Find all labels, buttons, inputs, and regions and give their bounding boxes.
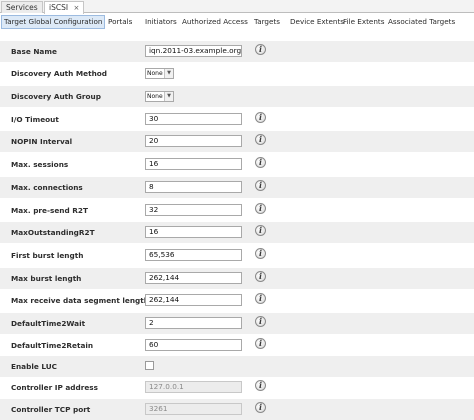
- chevron-down-icon[interactable]: ▼: [164, 92, 173, 101]
- form-row-enable-luc: Enable LUC: [0, 356, 474, 377]
- info-icon[interactable]: i: [255, 402, 266, 413]
- field-label: Controller IP address: [11, 383, 98, 392]
- form-row-max-burst-length: Max burst length 262,144 i: [0, 268, 474, 289]
- max-connections-input[interactable]: 8: [145, 181, 242, 193]
- tab-label: iSCSI: [49, 3, 69, 12]
- info-icon[interactable]: i: [255, 293, 266, 304]
- info-icon[interactable]: i: [255, 380, 266, 391]
- max-outstanding-r2t-input[interactable]: 16: [145, 226, 242, 238]
- field-label: Max receive data segment length: [11, 296, 149, 305]
- tab-device-extents[interactable]: Device Extents: [290, 15, 344, 29]
- controller-ip-address-input: 127.0.0.1: [145, 381, 242, 393]
- field-label: Controller TCP port: [11, 405, 91, 414]
- field-label: Discovery Auth Group: [11, 92, 101, 101]
- field-label: Max. pre-send R2T: [11, 206, 88, 215]
- tab-services[interactable]: Services: [1, 1, 43, 13]
- info-icon[interactable]: i: [255, 44, 266, 55]
- form-row-controller-ip-address: Controller IP address 127.0.0.1 i: [0, 377, 474, 398]
- tab-authorized-access[interactable]: Authorized Access: [182, 15, 248, 29]
- info-icon[interactable]: i: [255, 134, 266, 145]
- tab-iscsi[interactable]: iSCSI ×: [44, 1, 85, 14]
- form-row-io-timeout: I/O Timeout 30 i: [0, 109, 474, 130]
- nopin-interval-input[interactable]: 20: [145, 135, 242, 147]
- field-label: Max. connections: [11, 183, 83, 192]
- io-timeout-input[interactable]: 30: [145, 113, 242, 125]
- info-icon[interactable]: i: [255, 338, 266, 349]
- first-burst-length-input[interactable]: 65,536: [145, 249, 242, 261]
- info-icon[interactable]: i: [255, 180, 266, 191]
- iscsi-sub-tab-bar: Target Global Configuration Portals Init…: [0, 14, 474, 30]
- tab-initiators[interactable]: Initiators: [145, 15, 177, 29]
- field-label: Max. sessions: [11, 160, 69, 169]
- form-row-max-outstanding-r2t: MaxOutstandingR2T 16 i: [0, 222, 474, 243]
- field-label: NOPIN Interval: [11, 137, 73, 146]
- field-label: MaxOutstandingR2T: [11, 228, 95, 237]
- field-label: DefaultTime2Retain: [11, 341, 94, 350]
- close-icon[interactable]: ×: [73, 4, 79, 12]
- max-receive-data-segment-length-input[interactable]: 262,144: [145, 294, 242, 306]
- max-burst-length-input[interactable]: 262,144: [145, 272, 242, 284]
- tab-file-extents[interactable]: File Extents: [343, 15, 384, 29]
- controller-tcp-port-input: 3261: [145, 403, 242, 415]
- discovery-auth-group-select[interactable]: None ▼: [145, 91, 174, 102]
- field-label: First burst length: [11, 251, 84, 260]
- info-icon[interactable]: i: [255, 225, 266, 236]
- select-value: None: [147, 70, 163, 77]
- form-row-base-name: Base Name iqn.2011-03.example.org.ist i: [0, 41, 474, 62]
- base-name-input[interactable]: iqn.2011-03.example.org.ist: [145, 45, 242, 57]
- field-label: Enable LUC: [11, 362, 57, 371]
- form-row-nopin-interval: NOPIN Interval 20 i: [0, 131, 474, 152]
- field-label: Discovery Auth Method: [11, 69, 108, 78]
- max-pre-send-r2t-input[interactable]: 32: [145, 204, 242, 216]
- form-row-discovery-auth-group: Discovery Auth Group None ▼: [0, 86, 474, 107]
- info-icon[interactable]: i: [255, 203, 266, 214]
- form-row-first-burst-length: First burst length 65,536 i: [0, 245, 474, 266]
- select-value: None: [147, 93, 163, 100]
- tab-associated-targets[interactable]: Associated Targets: [388, 15, 455, 29]
- form-row-max-sessions: Max. sessions 16 i: [0, 154, 474, 175]
- tab-target-global-configuration[interactable]: Target Global Configuration: [1, 15, 106, 29]
- field-label: DefaultTime2Wait: [11, 319, 86, 328]
- info-icon[interactable]: i: [255, 157, 266, 168]
- discovery-auth-method-select[interactable]: None ▼: [145, 68, 174, 79]
- form-row-default-time2retain: DefaultTime2Retain 60 i: [0, 335, 474, 356]
- info-icon[interactable]: i: [255, 112, 266, 123]
- form-row-discovery-auth-method: Discovery Auth Method None ▼: [0, 63, 474, 84]
- form-row-max-connections: Max. connections 8 i: [0, 177, 474, 198]
- info-icon[interactable]: i: [255, 316, 266, 327]
- field-label: Base Name: [11, 47, 57, 56]
- info-icon[interactable]: i: [255, 248, 266, 259]
- default-time2retain-input[interactable]: 60: [145, 339, 242, 351]
- field-label: I/O Timeout: [11, 115, 59, 124]
- tab-portals[interactable]: Portals: [108, 15, 132, 29]
- max-sessions-input[interactable]: 16: [145, 158, 242, 170]
- default-time2wait-input[interactable]: 2: [145, 317, 242, 329]
- tab-label: Services: [6, 3, 38, 12]
- enable-luc-checkbox[interactable]: [145, 361, 154, 370]
- form-row-max-pre-send-r2t: Max. pre-send R2T 32 i: [0, 200, 474, 221]
- form-row-default-time2wait: DefaultTime2Wait 2 i: [0, 313, 474, 334]
- form-row-max-receive-data-segment-length: Max receive data segment length 262,144 …: [0, 290, 474, 311]
- field-label: Max burst length: [11, 274, 82, 283]
- form-row-controller-tcp-port: Controller TCP port 3261 i: [0, 399, 474, 420]
- tab-targets[interactable]: Targets: [254, 15, 280, 29]
- chevron-down-icon[interactable]: ▼: [164, 69, 173, 78]
- info-icon[interactable]: i: [255, 271, 266, 282]
- top-tab-bar: Services iSCSI ×: [0, 0, 474, 14]
